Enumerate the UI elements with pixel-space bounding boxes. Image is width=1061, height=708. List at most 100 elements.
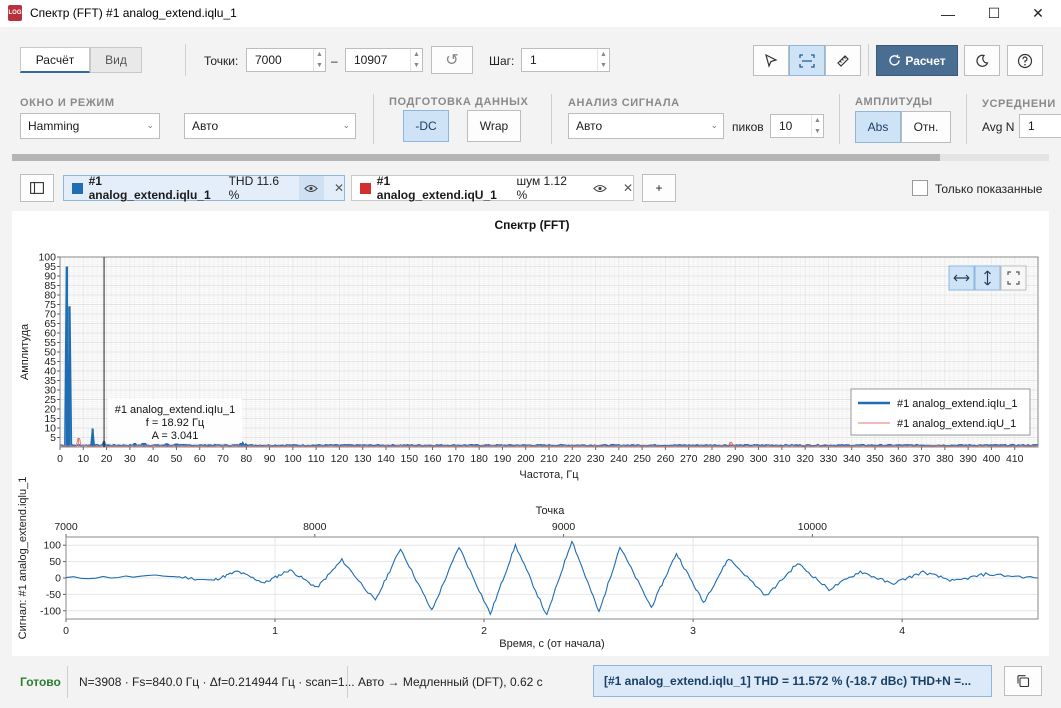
range-select-icon xyxy=(799,53,815,68)
x-tick-label: 310 xyxy=(773,453,791,465)
title-bar: LOG Спектр (FFT) #1 analog_extend.iqlu_1… xyxy=(0,0,1061,27)
chevron-up-icon[interactable]: ▲ xyxy=(316,51,323,58)
points-label: Точки: xyxy=(204,54,239,68)
remove-dc-toggle[interactable]: -DC xyxy=(403,110,449,142)
points-to-input[interactable]: 10907 ▲ ▼ xyxy=(345,48,423,72)
help-icon xyxy=(1017,53,1033,68)
reset-range-button[interactable]: ↺ xyxy=(431,46,473,74)
amplitude-abs-toggle[interactable]: Abs xyxy=(855,111,901,143)
x-tick-label: 4 xyxy=(899,625,905,637)
tab-calc[interactable]: Расчёт xyxy=(20,47,90,73)
spectrum-y-ticks: 5101520253035404550556065707580859095100 xyxy=(38,252,60,444)
avg-n-input[interactable]: 1 xyxy=(1019,114,1061,138)
zoom-y-button[interactable] xyxy=(974,265,1001,291)
toggle-sidebar-button[interactable] xyxy=(20,174,54,202)
pointer-tool-button[interactable] xyxy=(753,45,789,76)
x-tick-label: 150 xyxy=(401,453,419,465)
x-tick-label: 320 xyxy=(796,453,814,465)
points-from-stepper[interactable]: ▲ ▼ xyxy=(313,49,325,71)
mode-value: Авто xyxy=(192,119,219,133)
top-tick-label: 9000 xyxy=(552,521,576,533)
step-input[interactable]: 1 ▲ ▼ xyxy=(521,48,610,72)
only-shown-label: Только показанные xyxy=(935,182,1043,196)
measure-tool-button[interactable] xyxy=(825,45,861,76)
analysis-method-select[interactable]: Авто ⌄ xyxy=(568,113,724,139)
series-visibility-toggle[interactable] xyxy=(298,176,324,200)
x-tick-label: 210 xyxy=(540,453,558,465)
theme-toggle-button[interactable] xyxy=(964,45,1000,76)
series-tab[interactable]: #1 analog_extend.iqlu_1 THD 11.6 % ✕ xyxy=(63,174,345,202)
add-series-button[interactable]: + xyxy=(642,174,676,202)
window-function-select[interactable]: Hamming ⌄ xyxy=(20,113,160,139)
x-tick-label: 130 xyxy=(354,453,372,465)
series-tab[interactable]: #1 analog_extend.iqU_1 шум 1.12 % ✕ xyxy=(351,174,634,202)
eye-icon xyxy=(304,184,319,192)
close-series-tab-icon[interactable]: ✕ xyxy=(623,181,633,195)
points-to-stepper[interactable]: ▲ ▼ xyxy=(410,49,422,71)
chevron-up-icon[interactable]: ▲ xyxy=(814,117,821,124)
series-visibility-toggle[interactable] xyxy=(588,176,613,200)
ruler-icon xyxy=(837,54,849,67)
zoom-x-button[interactable] xyxy=(948,265,975,291)
points-to-value: 10907 xyxy=(354,53,388,67)
x-tick-label: 300 xyxy=(750,453,768,465)
chevron-down-icon[interactable]: ▼ xyxy=(413,62,420,69)
amplitude-rel-toggle[interactable]: Отн. xyxy=(901,111,951,143)
toolbar-divider xyxy=(185,44,186,76)
copy-result-button[interactable] xyxy=(1004,666,1042,696)
minimize-button[interactable]: — xyxy=(925,0,971,27)
mode-select[interactable]: Авто ⌄ xyxy=(184,113,356,139)
chevron-down-icon[interactable]: ▼ xyxy=(316,62,323,69)
series-tab-name: #1 analog_extend.iqlu_1 xyxy=(88,174,211,202)
status-divider xyxy=(67,666,68,698)
status-result[interactable]: [#1 analog_extend.iqlu_1] THD = 11.572 %… xyxy=(593,665,992,697)
step-stepper[interactable]: ▲ ▼ xyxy=(597,49,609,71)
x-tick-label: 290 xyxy=(727,453,745,465)
wrap-toggle[interactable]: Wrap xyxy=(467,110,521,142)
cursor-annotation: #1 analog_extend.iqIu_1 f = 18.92 Гц A =… xyxy=(108,399,242,443)
maximize-button[interactable]: ☐ xyxy=(971,0,1017,27)
status-ready: Готово xyxy=(20,675,61,689)
toolbar-divider xyxy=(868,44,869,76)
fit-view-button[interactable] xyxy=(1000,265,1027,291)
series-color-swatch xyxy=(72,182,83,194)
spectrum-title: Спектр (FFT) xyxy=(494,218,569,232)
tab-view[interactable]: Вид xyxy=(90,47,142,73)
x-tick-label: 140 xyxy=(377,453,395,465)
close-button[interactable]: ✕ xyxy=(1015,0,1061,27)
peaks-stepper[interactable]: ▲ ▼ xyxy=(811,115,823,137)
toolbar-scrollbar-thumb[interactable] xyxy=(12,154,940,161)
points-from-input[interactable]: 7000 ▲ ▼ xyxy=(246,48,326,72)
top-tick-label: 7000 xyxy=(54,521,78,533)
help-button[interactable] xyxy=(1007,45,1043,76)
calculate-label: Расчет xyxy=(905,53,946,68)
x-tick-label: 250 xyxy=(633,453,651,465)
app-icon: LOG xyxy=(8,5,22,21)
signal-grid xyxy=(65,537,1038,619)
series-tab-info: THD 11.6 % xyxy=(228,174,280,202)
x-tick-label: 340 xyxy=(843,453,861,465)
spectrum-x-ticks: 0 10 20 30 40 50 60 70 80 90 100 110 120 130 140 150 160… xyxy=(57,447,1024,465)
group-title-amplitudes: АМПЛИТУДЫ xyxy=(855,96,933,108)
group-title-prep: ПОДГОТОВКА ДАННЫХ xyxy=(389,96,529,108)
x-tick-label: 160 xyxy=(424,453,442,465)
eye-icon xyxy=(593,184,608,192)
chevron-down-icon[interactable]: ▼ xyxy=(600,62,607,69)
x-tick-label: 10 xyxy=(77,453,89,465)
series-tab-info: шум 1.12 % xyxy=(516,174,567,202)
select-region-button[interactable] xyxy=(789,45,825,76)
status-mode: Авто → Медленный (DFT), 0.62 с xyxy=(358,675,543,689)
chevron-down-icon[interactable]: ▼ xyxy=(814,128,821,135)
step-value: 1 xyxy=(530,53,537,67)
chevron-up-icon[interactable]: ▲ xyxy=(600,51,607,58)
peaks-input[interactable]: 10 ▲ ▼ xyxy=(770,114,824,138)
cursor-arrow-icon xyxy=(765,53,778,68)
calculate-button[interactable]: Расчет xyxy=(876,45,958,76)
plots-canvas[interactable]: Спектр (FFT) 0 10 20 30 40 50 60 70 80 90 100 110 12… xyxy=(12,211,1049,656)
x-tick-label: 90 xyxy=(264,453,276,465)
x-tick-label: 0 xyxy=(57,453,63,465)
x-tick-label: 270 xyxy=(680,453,698,465)
only-shown-checkbox[interactable] xyxy=(912,180,928,196)
chevron-up-icon[interactable]: ▲ xyxy=(413,51,420,58)
close-series-tab-icon[interactable]: ✕ xyxy=(334,181,344,195)
